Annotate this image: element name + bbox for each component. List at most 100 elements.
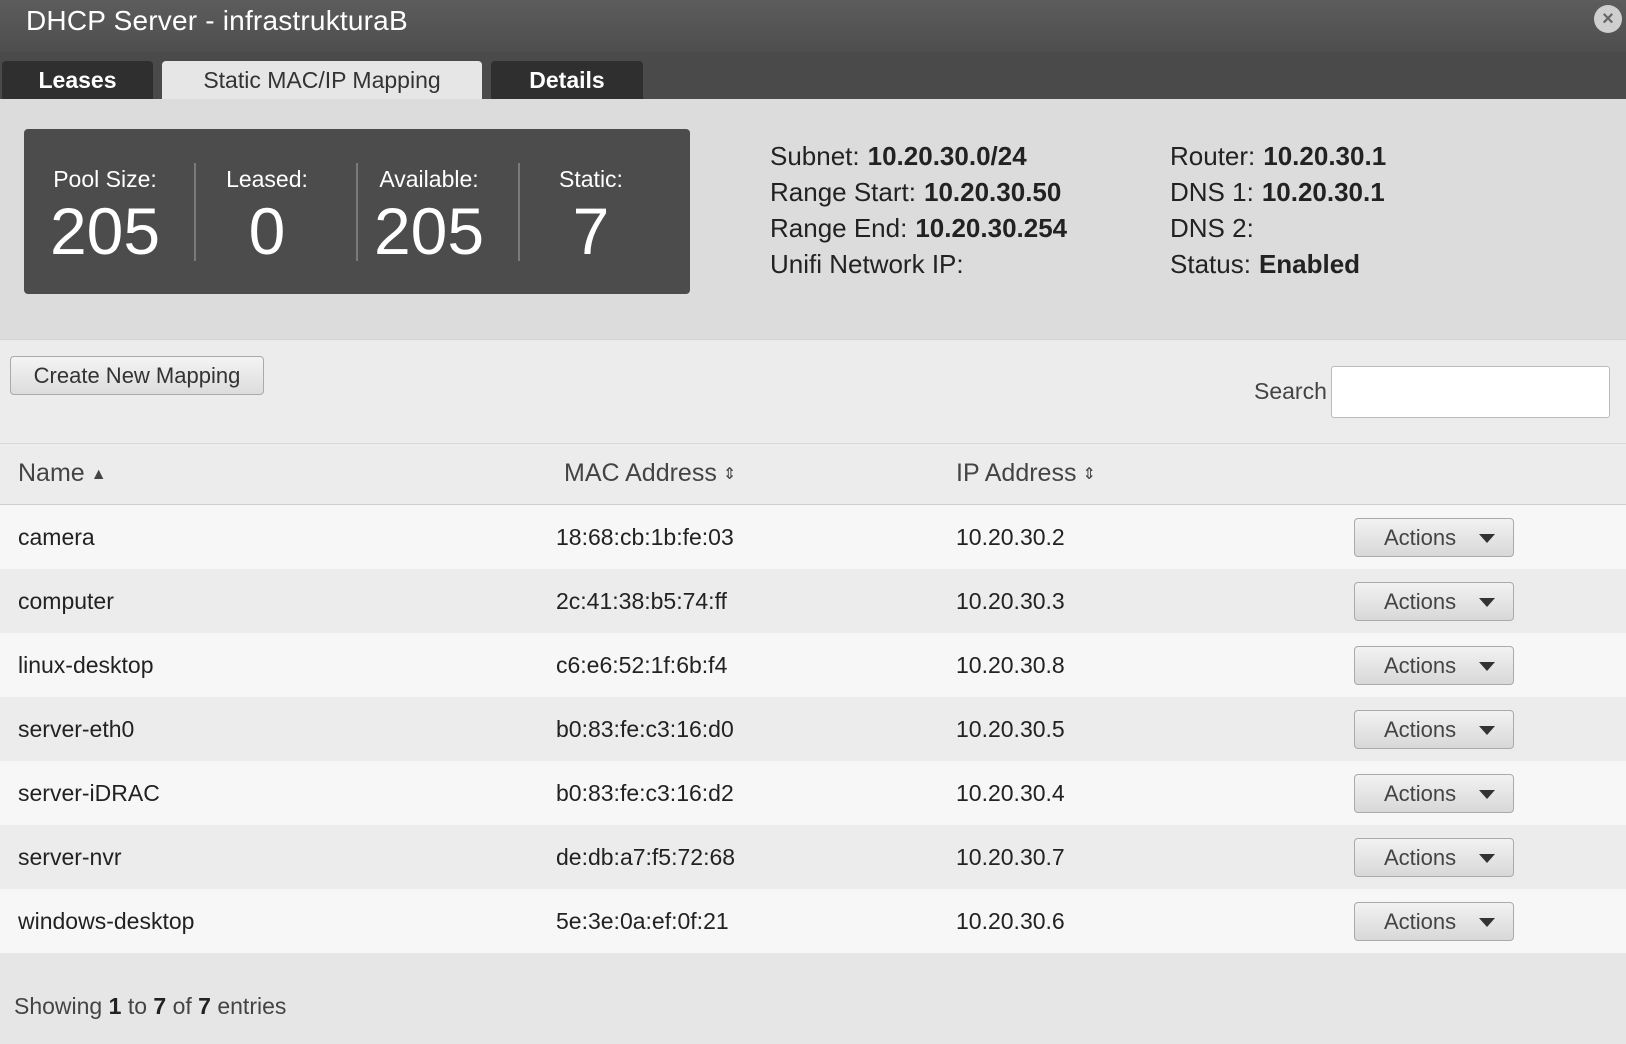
actions-label: Actions bbox=[1384, 717, 1457, 742]
column-label: IP Address bbox=[956, 459, 1077, 487]
info-status: Status: Enabled bbox=[1170, 249, 1360, 280]
info-value: 10.20.30.1 bbox=[1263, 141, 1387, 171]
info-label: DNS 2: bbox=[1170, 213, 1254, 243]
cell-ip: 10.20.30.8 bbox=[956, 652, 1065, 678]
entries-to: 7 bbox=[153, 993, 167, 1019]
table-footer: Showing 1 to 7 of 7 entries bbox=[0, 955, 1626, 1044]
cell-ip: 10.20.30.5 bbox=[956, 716, 1065, 742]
caret-down-icon bbox=[1479, 662, 1495, 671]
cell-name: windows-desktop bbox=[18, 908, 195, 934]
table-row: windows-desktop 5e:3e:0a:ef:0f:21 10.20.… bbox=[0, 889, 1626, 953]
actions-button[interactable]: Actions bbox=[1354, 518, 1514, 557]
stat-available: Available: 205 bbox=[348, 129, 510, 294]
table-row: camera 18:68:cb:1b:fe:03 10.20.30.2 Acti… bbox=[0, 505, 1626, 569]
entries-suffix: entries bbox=[217, 993, 287, 1019]
actions-button[interactable]: Actions bbox=[1354, 582, 1514, 621]
caret-down-icon bbox=[1479, 918, 1495, 927]
info-label: Subnet: bbox=[770, 141, 860, 171]
actions-label: Actions bbox=[1384, 525, 1457, 550]
caret-down-icon bbox=[1479, 534, 1495, 543]
cell-name: computer bbox=[18, 588, 114, 614]
info-dns2: DNS 2: bbox=[1170, 213, 1262, 244]
entries-prefix: Showing bbox=[14, 993, 103, 1019]
cell-ip: 10.20.30.6 bbox=[956, 908, 1065, 934]
info-value: 10.20.30.1 bbox=[1261, 177, 1385, 207]
info-label: Unifi Network IP: bbox=[770, 249, 964, 279]
title-bar: DHCP Server - infrastrukturaB × bbox=[0, 0, 1626, 52]
cell-mac: de:db:a7:f5:72:68 bbox=[556, 844, 736, 870]
actions-button[interactable]: Actions bbox=[1354, 646, 1514, 685]
caret-down-icon bbox=[1479, 726, 1495, 735]
cell-mac: b0:83:fe:c3:16:d2 bbox=[556, 780, 734, 806]
column-header-ip[interactable]: IP Address ⇕ bbox=[956, 459, 1096, 488]
caret-down-icon bbox=[1479, 854, 1495, 863]
sort-both-icon: ⇕ bbox=[722, 466, 737, 483]
info-value: 10.20.30.0/24 bbox=[867, 141, 1027, 171]
sort-ascending-icon: ▲ bbox=[90, 466, 107, 483]
info-dns1: DNS 1: 10.20.30.1 bbox=[1170, 177, 1385, 208]
cell-name: server-iDRAC bbox=[18, 780, 160, 806]
cell-ip: 10.20.30.7 bbox=[956, 844, 1065, 870]
actions-label: Actions bbox=[1384, 589, 1457, 614]
stat-label: Leased: bbox=[226, 166, 308, 192]
info-label: Range End: bbox=[770, 213, 908, 243]
table-row: linux-desktop c6:e6:52:1f:6b:f4 10.20.30… bbox=[0, 633, 1626, 697]
cell-mac: b0:83:fe:c3:16:d0 bbox=[556, 716, 734, 742]
stat-value: 205 bbox=[49, 194, 161, 268]
actions-label: Actions bbox=[1384, 653, 1457, 678]
create-mapping-button[interactable]: Create New Mapping bbox=[10, 356, 264, 395]
actions-button[interactable]: Actions bbox=[1354, 902, 1514, 941]
table-row: computer 2c:41:38:b5:74:ff 10.20.30.3 Ac… bbox=[0, 569, 1626, 633]
info-label: Router: bbox=[1170, 141, 1256, 171]
cell-ip: 10.20.30.4 bbox=[956, 780, 1065, 806]
actions-label: Actions bbox=[1384, 845, 1457, 870]
toolbar: Create New Mapping Search bbox=[0, 339, 1626, 443]
actions-button[interactable]: Actions bbox=[1354, 710, 1514, 749]
search-input[interactable] bbox=[1331, 366, 1610, 418]
info-range-start: Range Start: 10.20.30.50 bbox=[770, 177, 1061, 208]
stat-value: 7 bbox=[572, 194, 610, 268]
column-header-mac[interactable]: MAC Address ⇕ bbox=[564, 459, 736, 488]
window-title: DHCP Server - infrastrukturaB bbox=[26, 5, 408, 36]
info-range-end: Range End: 10.20.30.254 bbox=[770, 213, 1067, 244]
tab-static-mapping[interactable]: Static MAC/IP Mapping bbox=[162, 61, 482, 99]
stat-label: Pool Size: bbox=[53, 166, 157, 192]
cell-name: linux-desktop bbox=[18, 652, 154, 678]
cell-mac: 2c:41:38:b5:74:ff bbox=[556, 588, 727, 614]
info-label: DNS 1: bbox=[1170, 177, 1254, 207]
stat-label: Static: bbox=[559, 166, 623, 192]
column-label: MAC Address bbox=[564, 459, 717, 487]
entries-total: 7 bbox=[198, 993, 211, 1019]
stat-label: Available: bbox=[379, 166, 479, 192]
cell-mac: 18:68:cb:1b:fe:03 bbox=[556, 524, 734, 550]
column-header-name[interactable]: Name ▲ bbox=[18, 459, 107, 488]
table-row: server-nvr de:db:a7:f5:72:68 10.20.30.7 … bbox=[0, 825, 1626, 889]
actions-button[interactable]: Actions bbox=[1354, 838, 1514, 877]
info-value: 10.20.30.50 bbox=[923, 177, 1062, 207]
actions-button[interactable]: Actions bbox=[1354, 774, 1514, 813]
cell-name: server-nvr bbox=[18, 844, 122, 870]
search-label: Search bbox=[1254, 378, 1327, 404]
stat-value: 0 bbox=[248, 194, 286, 268]
actions-label: Actions bbox=[1384, 909, 1457, 934]
stat-pool-size: Pool Size: 205 bbox=[24, 129, 186, 294]
actions-label: Actions bbox=[1384, 781, 1457, 806]
info-label: Status: bbox=[1170, 249, 1251, 279]
cell-mac: 5e:3e:0a:ef:0f:21 bbox=[556, 908, 729, 934]
entries-from: 1 bbox=[108, 993, 122, 1019]
cell-ip: 10.20.30.3 bbox=[956, 588, 1065, 614]
info-value: Enabled bbox=[1258, 249, 1361, 279]
table-row: server-eth0 b0:83:fe:c3:16:d0 10.20.30.5… bbox=[0, 697, 1626, 761]
info-value: 10.20.30.254 bbox=[915, 213, 1068, 243]
info-unifi-ip: Unifi Network IP: bbox=[770, 249, 972, 280]
cell-name: camera bbox=[18, 524, 95, 550]
info-router: Router: 10.20.30.1 bbox=[1170, 141, 1386, 172]
entries-to-word: to bbox=[127, 993, 147, 1019]
info-subnet: Subnet: 10.20.30.0/24 bbox=[770, 141, 1027, 172]
stat-static: Static: 7 bbox=[510, 129, 672, 294]
tab-details[interactable]: Details bbox=[491, 61, 643, 99]
tab-leases[interactable]: Leases bbox=[2, 61, 153, 99]
stat-leased: Leased: 0 bbox=[186, 129, 348, 294]
close-icon[interactable]: × bbox=[1594, 5, 1622, 33]
entries-info: Showing 1 to 7 of 7 entries bbox=[14, 993, 286, 1020]
